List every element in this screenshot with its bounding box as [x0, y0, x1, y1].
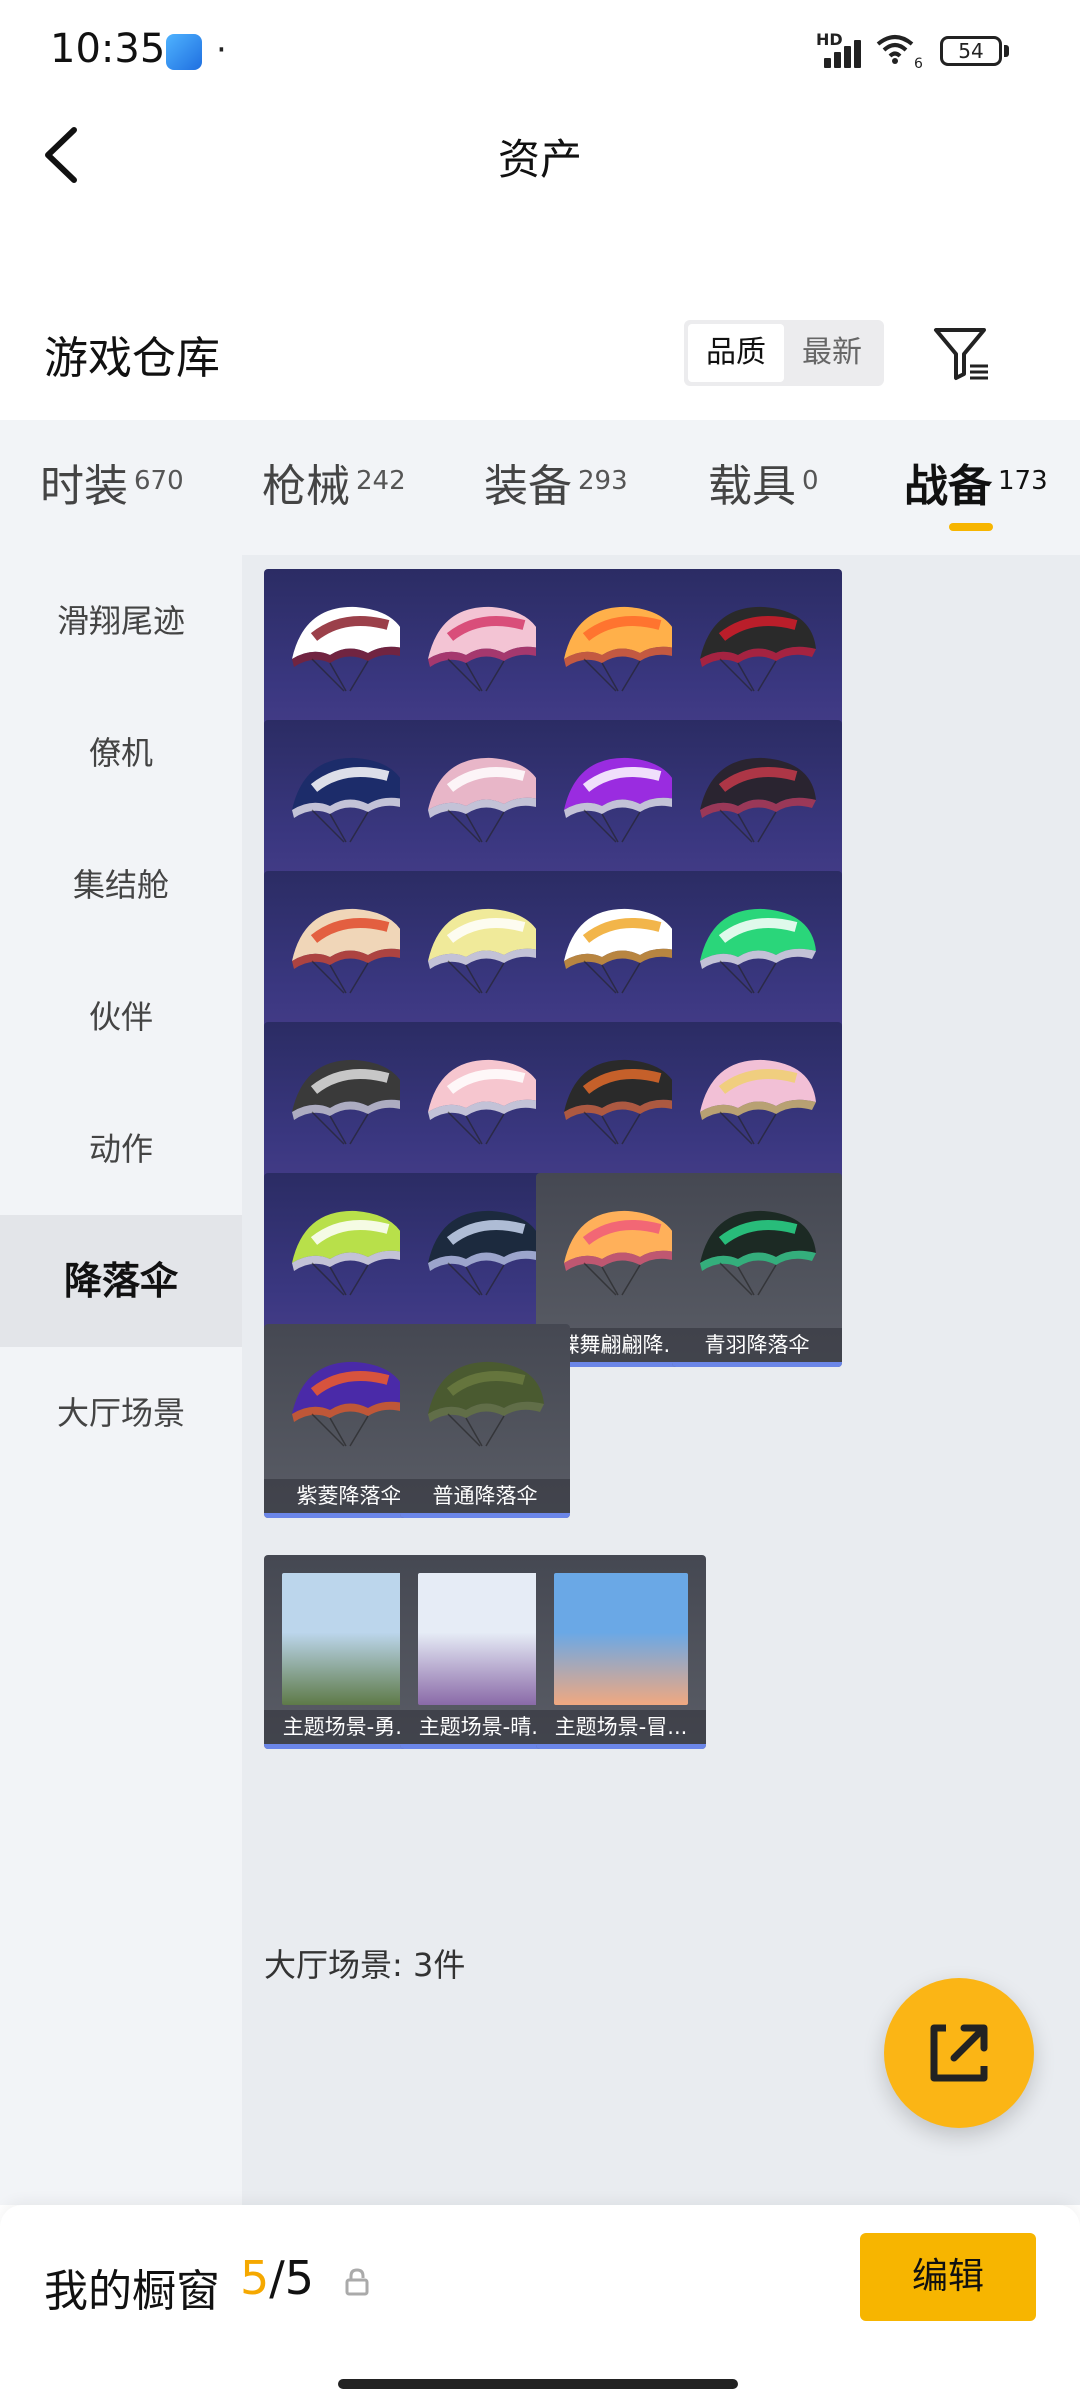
parachute-item-card[interactable]: 普通降落伞 — [400, 1324, 570, 1518]
tab-label: 枪械 — [262, 461, 350, 512]
status-bar: 10:35 · HD 6 54 — [0, 0, 1080, 100]
scene-item-card[interactable]: 主题场景-冒... — [536, 1555, 706, 1749]
signal-icon — [818, 36, 866, 68]
tab-combat-gear[interactable]: 战备 173 — [904, 450, 1048, 520]
tab-fashion[interactable]: 时装 670 — [40, 450, 184, 520]
parachute-icon — [428, 606, 544, 692]
battery-icon: 54 — [940, 36, 1002, 66]
filter-button[interactable] — [930, 322, 994, 386]
scene-thumbnail — [418, 1573, 552, 1705]
parachute-icon — [292, 606, 408, 692]
tab-vehicles[interactable]: 载具 0 — [708, 450, 819, 520]
parachute-icon — [564, 908, 680, 994]
tab-count: 173 — [998, 466, 1048, 496]
battery-tip — [1004, 45, 1009, 57]
parachute-icon — [700, 757, 816, 843]
tab-count: 242 — [356, 466, 406, 496]
lock-icon — [345, 2268, 369, 2296]
sort-toggle: 品质 最新 — [684, 320, 884, 386]
status-time: 10:35 — [50, 26, 166, 72]
tab-count: 670 — [134, 466, 184, 496]
parachute-icon — [428, 1210, 544, 1296]
item-label: 普通降落伞 — [400, 1479, 570, 1513]
sidebar-item-emote[interactable]: 动作 — [0, 1083, 242, 1215]
sidebar-item-wingman[interactable]: 僚机 — [0, 687, 242, 819]
rarity-bar — [536, 1744, 706, 1749]
warehouse-title: 游戏仓库 — [44, 333, 220, 384]
home-indicator[interactable] — [338, 2379, 738, 2389]
showcase-separator: / — [269, 2251, 285, 2305]
active-tab-indicator — [949, 523, 993, 531]
item-label: 主题场景-冒... — [536, 1710, 706, 1744]
lobby-section-title: 大厅场景: 3件 — [264, 1946, 466, 1984]
status-dot: · — [216, 30, 227, 70]
filter-icon — [934, 328, 988, 380]
showcase-count: 5/5 — [240, 2251, 314, 2305]
category-tabs: 时装 670 枪械 242 装备 293 载具 0 战备 173 — [0, 420, 1080, 555]
parachute-icon — [564, 606, 680, 692]
showcase-total: 5 — [284, 2251, 315, 2305]
tab-equipment[interactable]: 装备 293 — [484, 450, 628, 520]
parachute-icon — [292, 1210, 408, 1296]
parachute-icon — [564, 1059, 680, 1145]
wifi-6-label: 6 — [914, 56, 923, 72]
scene-thumbnail — [282, 1573, 416, 1705]
tab-label: 装备 — [484, 461, 572, 512]
showcase-title: 我的橱窗 — [44, 2266, 220, 2317]
sidebar-item-lobby-scene[interactable]: 大厅场景 — [0, 1347, 242, 1479]
tab-label: 战备 — [904, 461, 992, 512]
parachute-icon — [700, 1210, 816, 1296]
parachute-icon — [292, 1059, 408, 1145]
rarity-bar — [672, 1362, 842, 1367]
tab-label: 载具 — [708, 461, 796, 512]
tab-count: 293 — [578, 466, 628, 496]
sort-newest-button[interactable]: 最新 — [784, 324, 880, 382]
parachute-icon — [564, 757, 680, 843]
sidebar-item-companion[interactable]: 伙伴 — [0, 951, 242, 1083]
wifi-icon — [876, 34, 914, 70]
item-label: 青羽降落伞 — [672, 1328, 842, 1362]
showcase-bar: 我的橱窗 5/5 编辑 — [0, 2205, 1080, 2400]
tab-label: 时装 — [40, 461, 128, 512]
sidebar-item-glide-trail[interactable]: 滑翔尾迹 — [0, 555, 242, 687]
parachute-icon — [700, 1059, 816, 1145]
parachute-icon — [292, 757, 408, 843]
parachute-icon — [428, 908, 544, 994]
parachute-icon — [700, 908, 816, 994]
parachute-icon — [564, 1210, 680, 1296]
parachute-icon — [292, 1361, 408, 1447]
sidebar: 滑翔尾迹 僚机 集结舱 伙伴 动作 降落伞 大厅场景 — [0, 555, 242, 2205]
page-title: 资产 — [497, 135, 582, 184]
tab-weapons[interactable]: 枪械 242 — [262, 450, 406, 520]
parachute-icon — [428, 757, 544, 843]
share-button[interactable] — [884, 1978, 1034, 2128]
edit-button[interactable]: 编辑 — [860, 2233, 1036, 2321]
parachute-item-card[interactable]: 青羽降落伞 — [672, 1173, 842, 1367]
rarity-bar — [400, 1513, 570, 1518]
app-notification-icon — [166, 34, 202, 70]
parachute-icon — [700, 606, 816, 692]
sidebar-item-assembly-pod[interactable]: 集结舱 — [0, 819, 242, 951]
parachute-icon — [292, 908, 408, 994]
sidebar-item-parachute[interactable]: 降落伞 — [0, 1215, 242, 1347]
tab-count: 0 — [802, 466, 819, 496]
parachute-icon — [428, 1361, 544, 1447]
share-icon — [930, 2024, 988, 2082]
scene-thumbnail — [554, 1573, 688, 1705]
sort-quality-button[interactable]: 品质 — [688, 324, 784, 382]
showcase-current: 5 — [240, 2251, 270, 2305]
parachute-icon — [428, 1059, 544, 1145]
